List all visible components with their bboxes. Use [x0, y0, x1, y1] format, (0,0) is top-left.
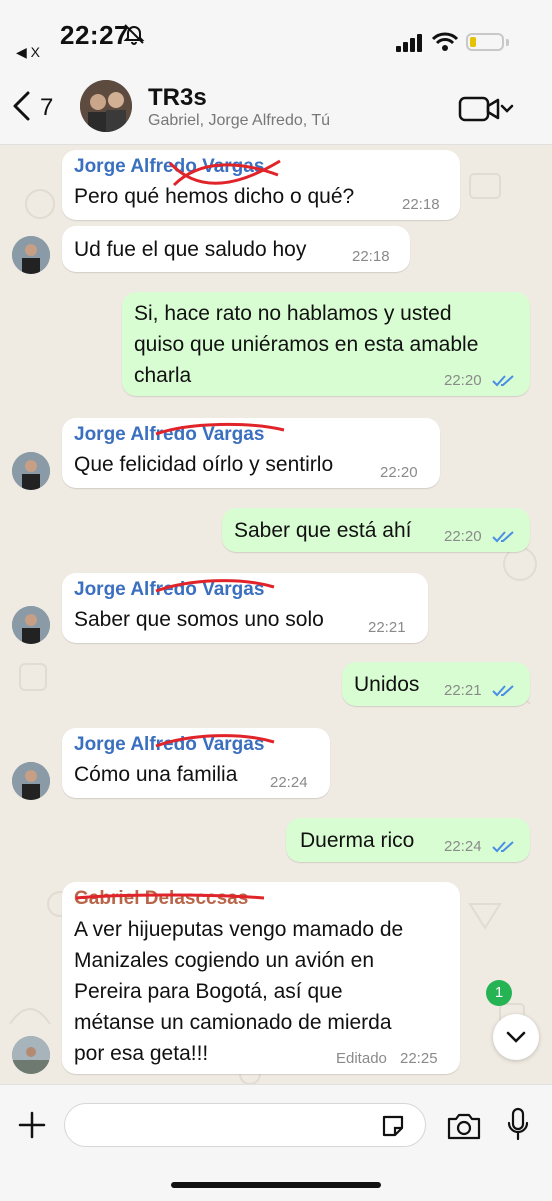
message-text-line: Si, hace rato no hablamos y usted	[134, 302, 452, 325]
edited-label: Editado	[336, 1050, 387, 1067]
group-title[interactable]: TR3s	[148, 84, 207, 112]
avatar[interactable]	[12, 236, 50, 274]
double-check-icon	[492, 685, 514, 697]
message-time: 22:21	[368, 619, 406, 636]
sticker-icon[interactable]	[380, 1113, 406, 1139]
message-bubble[interactable]: Ud fue el que saludo hoy 22:18	[62, 226, 410, 272]
message-input-box[interactable]	[64, 1103, 426, 1147]
double-check-icon	[492, 375, 514, 387]
redaction-scribble	[155, 579, 275, 593]
message-time: 22:20	[444, 528, 482, 545]
redaction-scribble	[155, 422, 285, 436]
message-time: 22:18	[402, 196, 440, 213]
status-time: 22:27	[60, 20, 129, 50]
message-bubble-outgoing[interactable]: Si, hace rato no hablamos y usted quiso …	[122, 292, 530, 396]
message-text: Saber que somos uno solo	[74, 608, 324, 631]
redaction-scribble	[75, 893, 265, 900]
message-time: 22:25	[400, 1050, 438, 1067]
back-to-app-link[interactable]: ◀ X	[16, 44, 40, 61]
avatar[interactable]	[12, 1036, 50, 1074]
message-input[interactable]	[79, 1104, 383, 1146]
microphone-icon[interactable]	[506, 1107, 530, 1143]
message-text: Que felicidad oírlo y sentirlo	[74, 453, 334, 476]
message-bubble-outgoing[interactable]: Duerma rico 22:24	[286, 818, 530, 862]
avatar[interactable]	[12, 606, 50, 644]
message-text-line: quiso que uniéramos en esta amable	[134, 333, 479, 356]
message-text: Saber que está ahí	[234, 519, 412, 542]
back-unread-count[interactable]: 7	[40, 94, 53, 122]
message-time: 22:18	[352, 248, 390, 265]
redaction-scribble	[168, 159, 281, 187]
message-bubble[interactable]: Gabriel Delasccsas A ver hijueputas veng…	[62, 882, 460, 1074]
status-bar: 22:27 ◀ X	[0, 0, 552, 70]
avatar[interactable]	[12, 762, 50, 800]
home-indicator	[171, 1182, 381, 1188]
signal-icon	[396, 34, 422, 52]
chat-header: 7 TR3s Gabriel, Jorge Alfredo, Tú	[0, 70, 552, 145]
battery-cap	[506, 39, 509, 46]
group-members[interactable]: Gabriel, Jorge Alfredo, Tú	[148, 112, 330, 130]
message-text-line: A ver hijueputas vengo mamado de	[74, 918, 404, 941]
message-text-line: Pereira para Bogotá, así que	[74, 980, 343, 1003]
message-time: 22:21	[444, 682, 482, 699]
message-text: Unidos	[354, 673, 420, 696]
message-text-line: Manizales cogiendo un avión en	[74, 949, 375, 972]
double-check-icon	[492, 841, 514, 853]
message-time: 22:20	[380, 464, 418, 481]
message-time: 22:24	[270, 774, 308, 791]
message-text-line: charla	[134, 364, 192, 387]
battery-icon	[466, 33, 504, 51]
message-time: 22:24	[444, 838, 482, 855]
group-avatar[interactable]	[80, 80, 132, 132]
unread-badge: 1	[486, 980, 512, 1006]
message-text-line: métanse un camionado de mierda	[74, 1011, 392, 1034]
message-text-line: por esa geta!!!	[74, 1042, 209, 1065]
camera-icon[interactable]	[446, 1111, 482, 1141]
plus-icon[interactable]	[16, 1109, 48, 1141]
message-time: 22:20	[444, 372, 482, 389]
bell-slash-icon	[123, 24, 145, 45]
back-chevron-icon[interactable]	[10, 90, 32, 122]
chevron-down-icon	[506, 1031, 526, 1043]
message-text: Cómo una familia	[74, 763, 238, 786]
message-text: Duerma rico	[300, 829, 415, 852]
message-bubble-outgoing[interactable]: Unidos 22:21	[342, 662, 530, 706]
avatar[interactable]	[12, 452, 50, 490]
message-text: Ud fue el que saludo hoy	[74, 238, 307, 261]
wifi-icon	[432, 32, 458, 51]
redaction-scribble	[155, 734, 275, 748]
double-check-icon	[492, 531, 514, 543]
message-bubble-outgoing[interactable]: Saber que está ahí 22:20	[222, 508, 530, 552]
scroll-to-bottom-button[interactable]	[493, 1014, 539, 1060]
video-call-icon[interactable]	[458, 96, 516, 122]
